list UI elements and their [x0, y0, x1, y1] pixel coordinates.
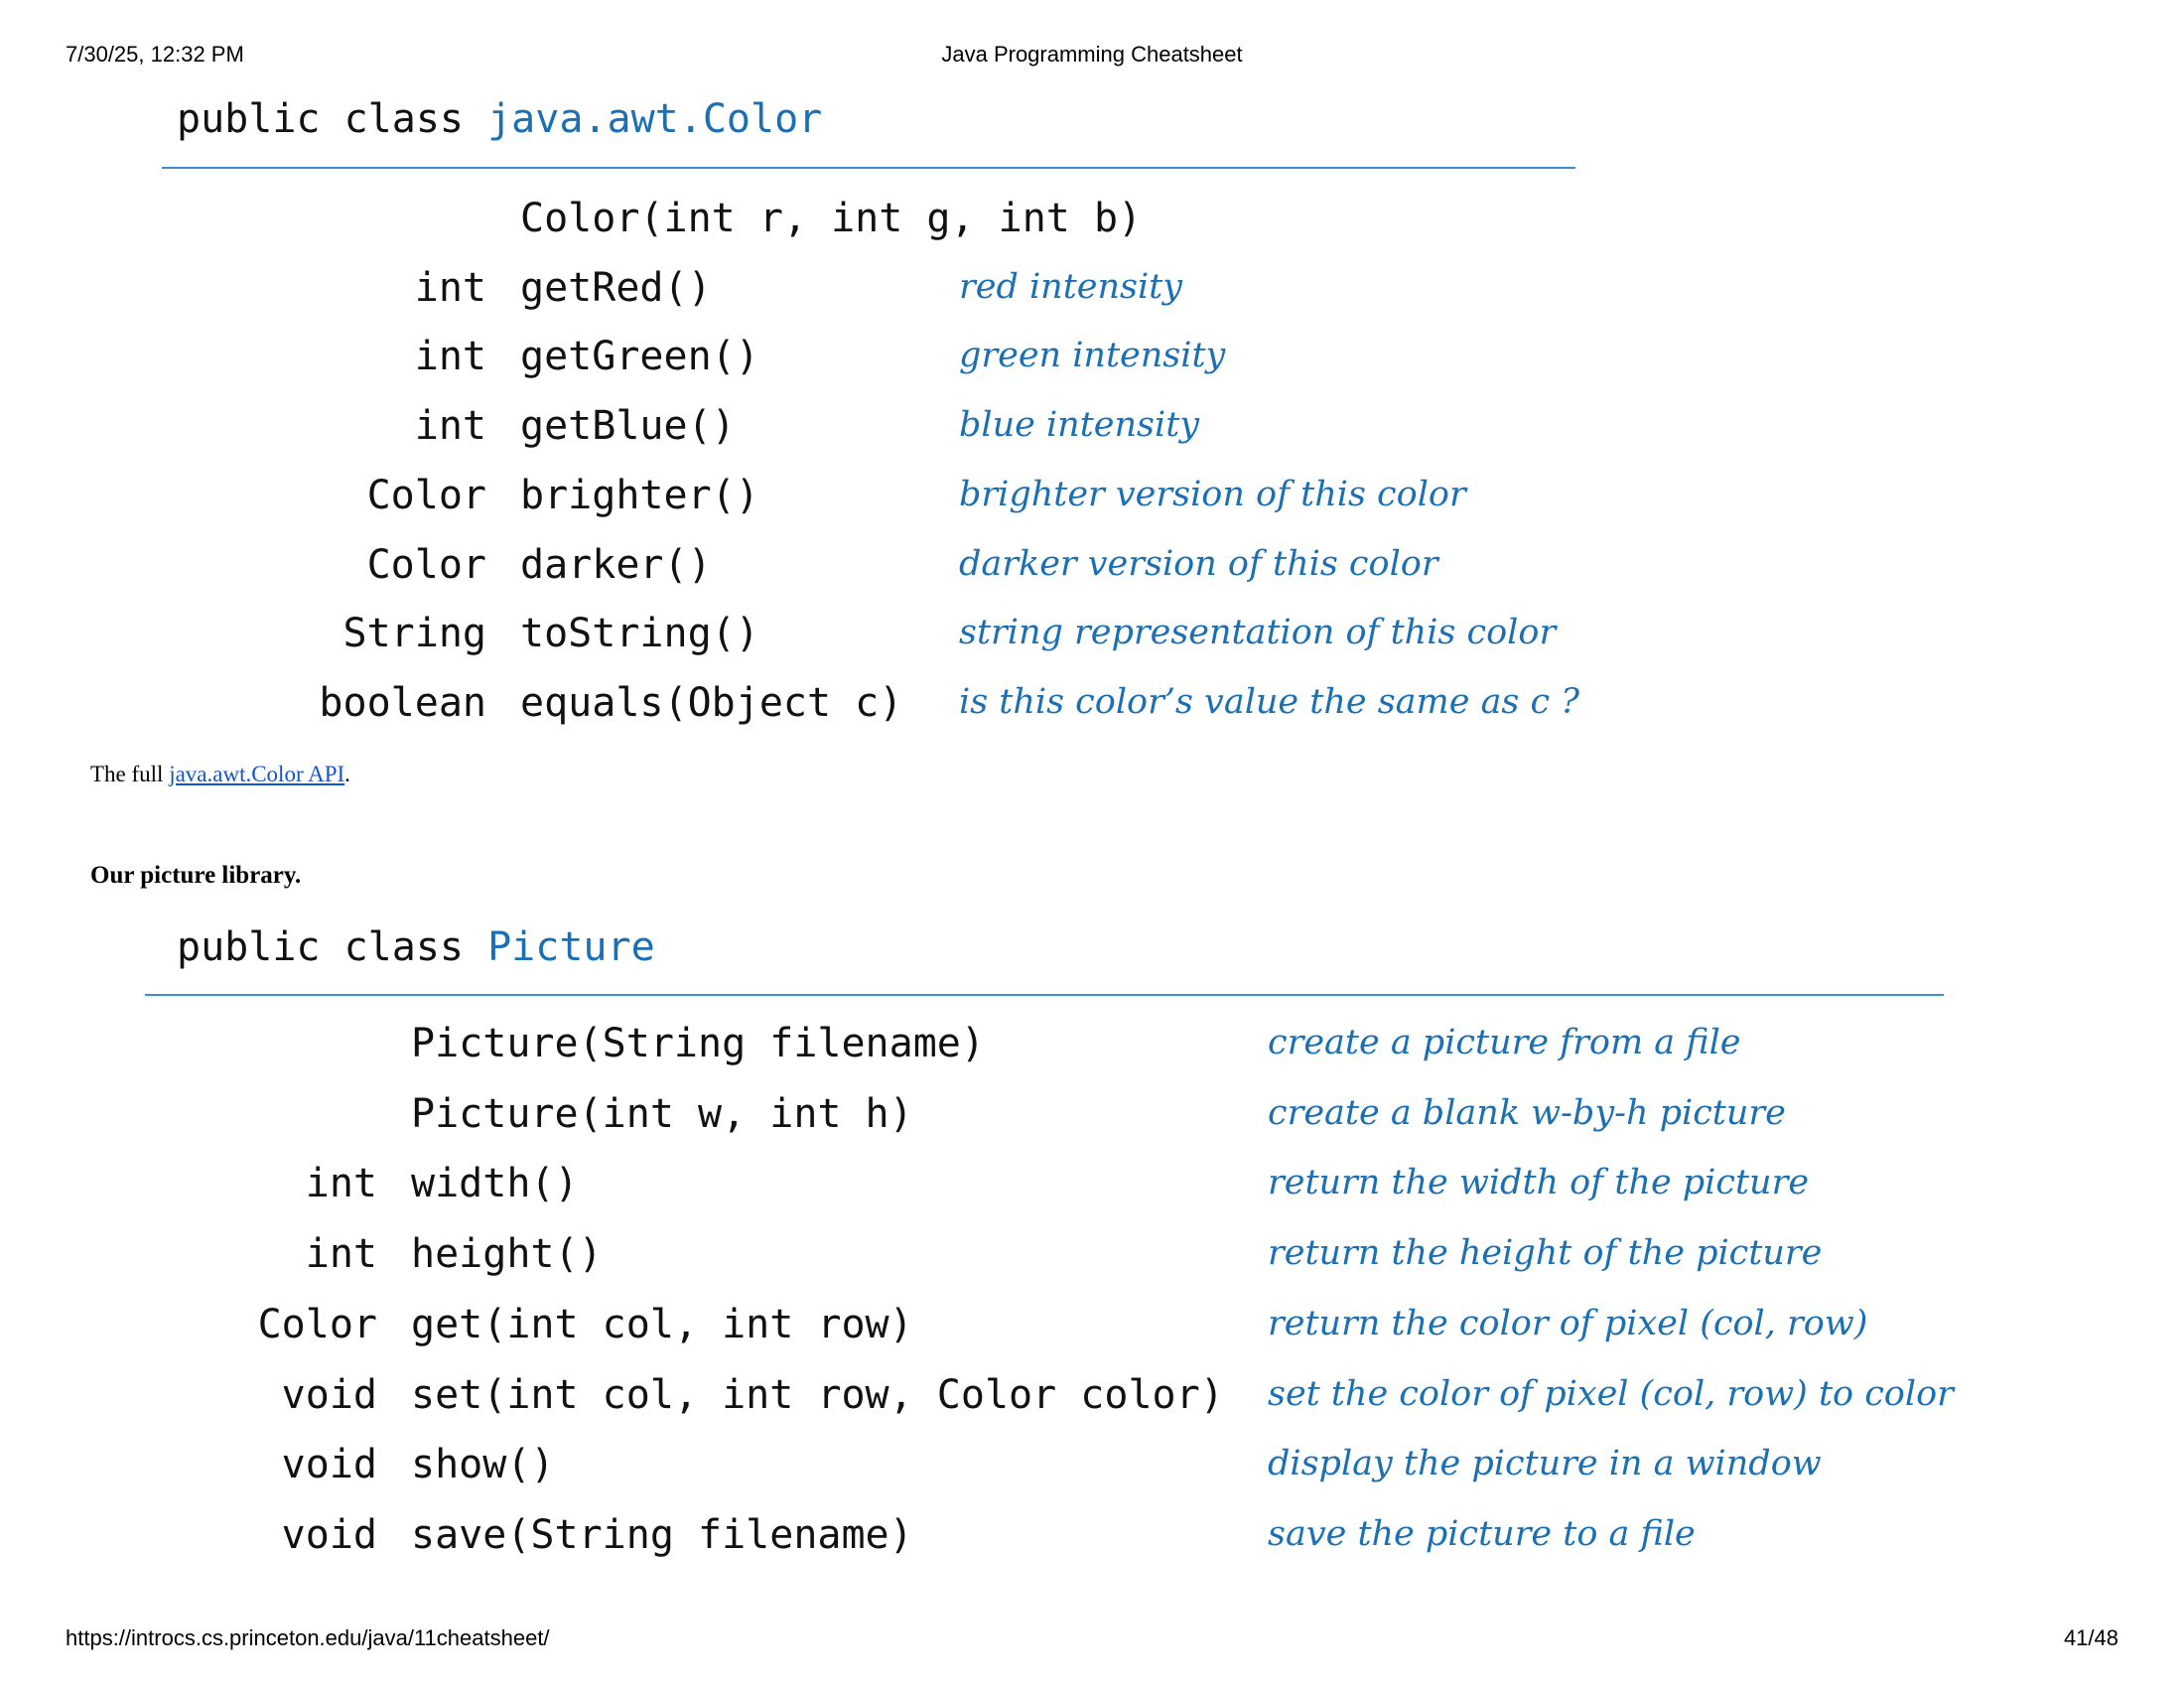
- method-signature: getRed(): [520, 264, 712, 311]
- method-description: save the picture to a file: [1268, 1513, 1696, 1554]
- print-url: https://introcs.cs.princeton.edu/java/11…: [66, 1625, 550, 1650]
- method-description: red intensity: [959, 266, 1183, 307]
- method-signature: brighter(): [520, 472, 759, 518]
- full-api-note: The full java.awt.Color API.: [90, 762, 350, 787]
- api-row: int getBlue() blue intensity: [0, 403, 2184, 463]
- print-footer: https://introcs.cs.princeton.edu/java/11…: [66, 1625, 2118, 1653]
- method-signature: Picture(int w, int h): [411, 1090, 913, 1137]
- method-signature: getGreen(): [520, 334, 759, 380]
- return-type: int: [414, 264, 486, 311]
- api-row: int getGreen() green intensity: [0, 334, 2184, 393]
- method-signature: width(): [411, 1161, 579, 1207]
- method-description: return the color of pixel (col, row): [1268, 1303, 1868, 1343]
- method-description: return the width of the picture: [1268, 1163, 1810, 1203]
- api-row: Picture(int w, int h) create a blank w-by…: [0, 1091, 2184, 1151]
- return-type: String: [342, 611, 487, 657]
- api-row: Color brighter() brighter version of this …: [0, 473, 2184, 532]
- return-type: int: [414, 334, 486, 380]
- class-keyword: public class: [177, 96, 464, 142]
- return-type: Color: [366, 472, 486, 518]
- color-api-title: public class java.awt.Color: [177, 96, 822, 142]
- api-row: int width() return the width of the pictur…: [0, 1161, 2184, 1220]
- method-description: is this color’s value the same as c ?: [959, 681, 1580, 722]
- return-type: int: [414, 403, 486, 450]
- class-name: Picture: [487, 924, 655, 970]
- class-keyword: public class: [177, 924, 464, 970]
- method-signature: set(int col, int row, Color color): [411, 1371, 1224, 1418]
- full-api-suffix: .: [344, 762, 350, 786]
- method-description: brighter version of this color: [959, 474, 1466, 514]
- method-signature: Color(int r, int g, int b): [520, 196, 1143, 241]
- method-signature: darker(): [520, 541, 712, 588]
- picture-api-title: public class Picture: [177, 924, 655, 970]
- api-row: String toString() string representation of…: [0, 611, 2184, 670]
- picture-library-heading: Our picture library.: [90, 862, 302, 889]
- api-row: Color(int r, int g, int b): [0, 196, 2184, 255]
- return-type: void: [281, 1371, 377, 1418]
- method-signature: save(String filename): [411, 1511, 913, 1558]
- print-title: Java Programming Cheatsheet: [941, 42, 1243, 67]
- picture-api-rule: [145, 994, 1944, 996]
- api-row: int getRed() red intensity: [0, 265, 2184, 325]
- return-type: boolean: [319, 679, 486, 726]
- method-description: green intensity: [959, 336, 1226, 376]
- print-page-number: 41/48: [2063, 1625, 2118, 1650]
- method-description: display the picture in a window: [1268, 1444, 1822, 1484]
- method-description: create a picture from a file: [1268, 1023, 1741, 1062]
- api-row: Color darker() darker version of this colo…: [0, 542, 2184, 602]
- method-signature: height(): [411, 1231, 603, 1278]
- method-description: blue intensity: [959, 405, 1200, 446]
- return-type: void: [281, 1442, 377, 1488]
- method-description: string representation of this color: [959, 613, 1557, 653]
- return-type: int: [305, 1161, 377, 1207]
- method-signature: getBlue(): [520, 403, 736, 450]
- api-row: boolean equals(Object c) is this color’s v…: [0, 680, 2184, 740]
- method-description: set the color of pixel (col, row) to col…: [1268, 1373, 1954, 1414]
- api-row: Color get(int col, int row) return the col…: [0, 1302, 2184, 1361]
- return-type: Color: [366, 541, 486, 588]
- method-description: darker version of this color: [959, 543, 1438, 584]
- method-signature: Picture(String filename): [411, 1021, 985, 1066]
- color-api-link[interactable]: java.awt.Color API: [169, 762, 344, 786]
- color-api-rule: [162, 167, 1575, 169]
- return-type: Color: [257, 1301, 377, 1347]
- method-signature: get(int col, int row): [411, 1301, 913, 1347]
- api-row: Picture(String filename) create a picture…: [0, 1021, 2184, 1080]
- method-signature: toString(): [520, 611, 759, 657]
- print-header: 7/30/25, 12:32 PM Java Programming Cheat…: [66, 42, 2118, 70]
- api-row: int height() return the height of the pict…: [0, 1231, 2184, 1291]
- method-description: create a blank w-by-h picture: [1268, 1092, 1786, 1133]
- class-name: java.awt.Color: [487, 96, 823, 142]
- return-type: int: [305, 1231, 377, 1278]
- full-api-prefix: The full: [90, 762, 170, 786]
- return-type: void: [281, 1511, 377, 1558]
- api-row: void save(String filename) save the pictur…: [0, 1512, 2184, 1572]
- api-row: void set(int col, int row, Color color) se…: [0, 1372, 2184, 1432]
- api-row: void show() display the picture in a windo…: [0, 1442, 2184, 1501]
- method-signature: show(): [411, 1442, 555, 1488]
- method-signature: equals(Object c): [520, 679, 903, 726]
- method-description: return the height of the picture: [1268, 1233, 1823, 1274]
